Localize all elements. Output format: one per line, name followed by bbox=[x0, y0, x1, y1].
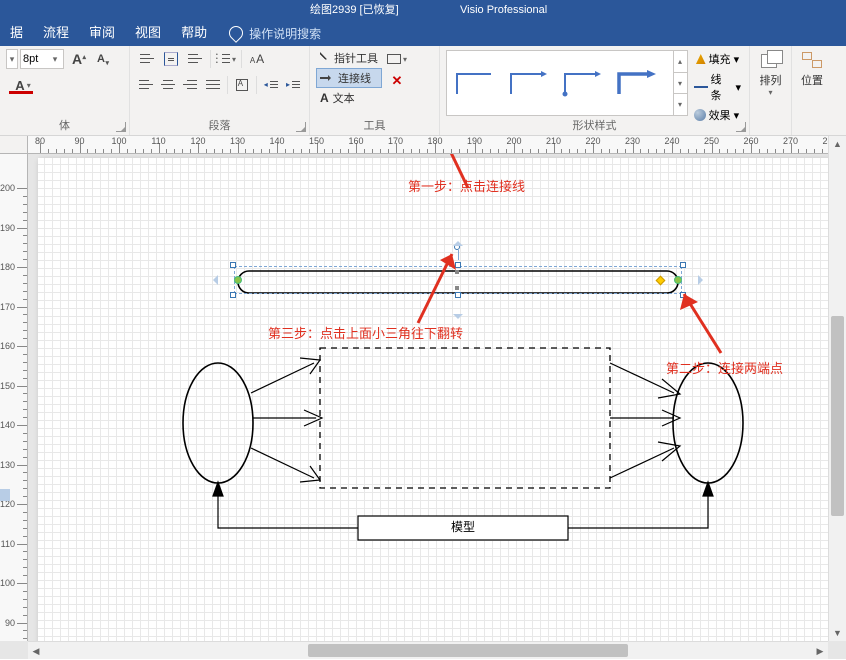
ruler-corner bbox=[0, 136, 28, 154]
font-size-value: 8pt bbox=[23, 53, 38, 65]
group-tools-label: 工具 bbox=[310, 117, 439, 133]
align-bottom-button[interactable] bbox=[184, 48, 206, 70]
fill-button[interactable]: 填充▾ bbox=[692, 50, 743, 68]
font-color-button[interactable]: A▾ bbox=[6, 74, 40, 96]
connector-endpoint-right[interactable] bbox=[674, 276, 682, 284]
group-paragraph: ▾ 段落 bbox=[130, 46, 310, 135]
line-icon bbox=[694, 83, 708, 91]
connector-icon bbox=[320, 73, 334, 83]
x-icon: ✕ bbox=[392, 73, 403, 89]
tell-me-search[interactable]: 操作说明搜索 bbox=[249, 25, 321, 42]
handle-sw[interactable] bbox=[230, 292, 236, 298]
decrease-font-button[interactable]: A bbox=[90, 48, 112, 70]
nav-marker bbox=[0, 489, 10, 501]
vscroll-thumb[interactable] bbox=[831, 316, 844, 516]
gallery-scrollbar: ▴ ▾ ▾ bbox=[673, 51, 687, 115]
delete-tool-button[interactable]: ✕ bbox=[386, 70, 408, 92]
handle-ne[interactable] bbox=[680, 262, 686, 268]
align-top-button[interactable] bbox=[136, 48, 158, 70]
font-size-combo[interactable]: 8pt▾ bbox=[20, 49, 64, 69]
tab-help[interactable]: 帮助 bbox=[171, 20, 217, 46]
group-tools: 指针工具 连接线 A 文本 ▾ ✕ 工具 bbox=[310, 46, 440, 135]
connector-tool-button[interactable]: 连接线 bbox=[316, 68, 382, 88]
vertical-ruler: 20019018017016015014013012011010090 bbox=[0, 154, 28, 641]
arrow-step3 bbox=[408, 248, 468, 328]
group-paragraph-label: 段落 bbox=[130, 117, 309, 133]
horizontal-ruler: 8090100110120130140150160170180190200210… bbox=[28, 136, 828, 154]
rectangle-icon bbox=[387, 54, 401, 64]
pointer-icon bbox=[320, 52, 330, 64]
gallery-more-button[interactable]: ▾ bbox=[674, 94, 687, 115]
lightbulb-icon bbox=[226, 23, 246, 43]
group-arrange: 排列 ▾ bbox=[750, 46, 792, 135]
style-item-2[interactable] bbox=[507, 66, 549, 100]
tab-data[interactable]: 据 bbox=[0, 20, 33, 46]
fill-icon bbox=[694, 54, 706, 64]
decrease-indent-button[interactable] bbox=[261, 74, 281, 96]
drawing-canvas[interactable]: 模型 bbox=[38, 158, 828, 641]
tab-view[interactable]: 视图 bbox=[125, 20, 171, 46]
tab-review[interactable]: 审阅 bbox=[79, 20, 125, 46]
annotation-step2: 第二步：连接两端点 bbox=[666, 358, 783, 377]
text-icon: A bbox=[320, 91, 329, 105]
increase-indent-button[interactable] bbox=[283, 74, 303, 96]
arrow-step1 bbox=[408, 154, 488, 198]
align-justify-button[interactable] bbox=[203, 74, 223, 96]
text-direction-button[interactable] bbox=[232, 74, 252, 96]
arrange-button[interactable]: 排列 ▾ bbox=[756, 50, 785, 97]
ribbon: ▾ 8pt▾ A A A▾ 体 ▾ bbox=[0, 46, 846, 136]
style-item-1[interactable] bbox=[453, 66, 495, 100]
text-tool-button[interactable]: A 文本 bbox=[316, 88, 382, 108]
title-bar: 绘图2939 [已恢复] Visio Professional bbox=[0, 0, 846, 20]
hscroll-thumb[interactable] bbox=[308, 644, 628, 657]
connector-endpoint-left[interactable] bbox=[234, 276, 242, 284]
font-dialog-launcher[interactable] bbox=[116, 122, 126, 132]
shape-styles-dialog-launcher[interactable] bbox=[736, 122, 746, 132]
autoconnect-left[interactable] bbox=[208, 275, 218, 285]
arrange-icon bbox=[759, 50, 783, 70]
group-font-label: 体 bbox=[0, 117, 129, 133]
position-button[interactable]: 位置 bbox=[798, 50, 826, 88]
align-left-button[interactable] bbox=[136, 74, 156, 96]
group-shape-styles: ▴ ▾ ▾ 填充▾ 线条▾ 效果▾ 形状样式 bbox=[440, 46, 750, 135]
autoconnect-right[interactable] bbox=[698, 275, 708, 285]
bullets-button[interactable]: ▾ bbox=[215, 48, 237, 70]
font-family-dropdown[interactable]: ▾ bbox=[6, 49, 18, 69]
workspace: 8090100110120130140150160170180190200210… bbox=[0, 136, 846, 659]
arrow-step2 bbox=[676, 288, 736, 358]
vscroll-down[interactable]: ▼ bbox=[829, 625, 846, 641]
canvas-viewport[interactable]: 模型 bbox=[28, 154, 828, 641]
shape-style-gallery[interactable]: ▴ ▾ ▾ bbox=[446, 50, 688, 116]
style-item-4[interactable] bbox=[615, 66, 657, 100]
handle-nw[interactable] bbox=[230, 262, 236, 268]
rectangle-tool-button[interactable]: ▾ bbox=[386, 48, 408, 70]
vscroll-up[interactable]: ▲ bbox=[829, 136, 846, 152]
text-size-button[interactable] bbox=[246, 48, 268, 70]
increase-font-button[interactable]: A bbox=[66, 48, 88, 70]
diagram-svg bbox=[38, 158, 828, 641]
align-middle-button[interactable] bbox=[160, 48, 182, 70]
tab-process[interactable]: 流程 bbox=[33, 20, 79, 46]
autoconnect-up[interactable] bbox=[453, 236, 463, 246]
group-font: ▾ 8pt▾ A A A▾ 体 bbox=[0, 46, 130, 135]
app-title: Visio Professional bbox=[460, 0, 547, 20]
group-position: 位置 bbox=[792, 46, 832, 135]
paragraph-dialog-launcher[interactable] bbox=[296, 122, 306, 132]
align-right-button[interactable] bbox=[180, 74, 200, 96]
gallery-scroll-up[interactable]: ▴ bbox=[674, 51, 687, 73]
style-item-3[interactable] bbox=[561, 66, 603, 100]
pointer-tool-button[interactable]: 指针工具 bbox=[316, 48, 382, 68]
hscroll-left[interactable]: ◀ bbox=[28, 642, 44, 659]
gallery-scroll-down[interactable]: ▾ bbox=[674, 73, 687, 95]
menu-tabs: 据 流程 审阅 视图 帮助 操作说明搜索 bbox=[0, 20, 846, 46]
position-icon bbox=[800, 50, 824, 70]
align-center-button[interactable] bbox=[158, 74, 178, 96]
model-label: 模型 bbox=[358, 518, 568, 535]
hscroll-right[interactable]: ▶ bbox=[812, 642, 828, 659]
group-shape-styles-label: 形状样式 bbox=[440, 117, 749, 133]
vertical-scrollbar[interactable]: ▲ ▼ bbox=[828, 136, 846, 641]
line-button[interactable]: 线条▾ bbox=[692, 70, 743, 104]
document-title: 绘图2939 [已恢复] bbox=[310, 0, 399, 20]
horizontal-scrollbar[interactable]: ◀ ▶ bbox=[28, 641, 828, 659]
